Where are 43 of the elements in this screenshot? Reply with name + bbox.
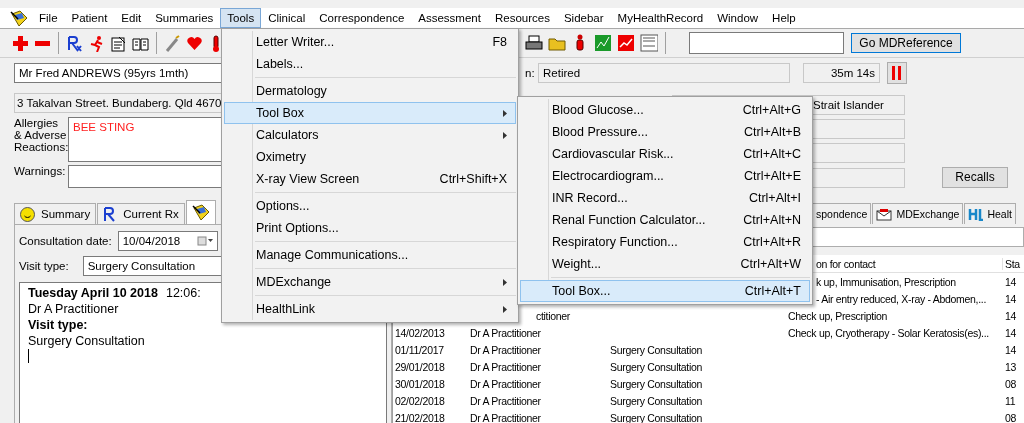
note-time: 12:06: <box>165 285 201 301</box>
table-cell: 13 <box>1005 360 1017 373</box>
warnings-label: Warnings: <box>14 165 67 179</box>
table-cell: 14 <box>1005 275 1017 288</box>
table-cell: 02/02/2018 <box>395 394 445 407</box>
table-cell: 14 <box>1005 292 1017 305</box>
table-cell: 08 <box>1005 411 1017 423</box>
table-cell: - Air entry reduced, X-ray - Abdomen,... <box>816 292 987 305</box>
table-cell: Surgery Consultation <box>610 343 703 356</box>
table-cell: Dr A Practitioner <box>470 343 541 356</box>
note-label: Visit type: <box>28 317 88 333</box>
table-cell: Surgery Consultation <box>610 360 703 373</box>
note-date: Tuesday April 10 2018 <box>28 285 158 301</box>
table-cell: Check up, Prescription <box>788 309 888 322</box>
table-cell: 30/01/2018 <box>395 377 445 390</box>
table-cell: ctitioner <box>536 309 571 322</box>
table-cell: 11 <box>1005 394 1016 407</box>
allergies-label: Allergies & Adverse Reactions: <box>14 117 68 155</box>
note-text: Surgery Consultation <box>28 333 145 349</box>
table-cell: 29/01/2018 <box>395 360 445 373</box>
table-cell: 14 <box>1005 326 1017 339</box>
table-cell: Dr A Practitioner <box>470 377 541 390</box>
table-cell: 08 <box>1005 377 1017 390</box>
table-cell: Dr A Practitioner <box>470 360 541 373</box>
visit-type-label: Visit type: <box>19 260 69 272</box>
timer-field: 35m 14s <box>803 63 880 83</box>
table-cell: Dr A Practitioner <box>470 394 541 407</box>
occupation-label: n: <box>525 67 536 79</box>
table-cell: k up, Immunisation, Prescription <box>816 275 956 288</box>
table-cell: 14/02/2013 <box>395 326 445 339</box>
table-cell: 14 <box>1005 343 1017 356</box>
table-cell: Check up, Cryotherapy - Solar Keratosis(es)... <box>788 326 989 339</box>
note-text: Dr A Practitioner <box>28 301 119 317</box>
table-cell: 21/02/2018 <box>395 411 445 423</box>
occupation-field: Retired <box>538 63 790 83</box>
consultation-date-label: Consultation date: <box>19 235 112 247</box>
table-cell: 14 <box>1005 309 1017 322</box>
table-cell: Surgery Consultation <box>610 377 703 390</box>
table-cell: Surgery Consultation <box>610 411 703 423</box>
table-cell: Dr A Practitioner <box>470 411 541 423</box>
table-cell: Dr A Practitioner <box>470 326 541 339</box>
table-cell: Surgery Consultation <box>610 394 703 407</box>
table-cell: 01/11/2017 <box>395 343 444 356</box>
